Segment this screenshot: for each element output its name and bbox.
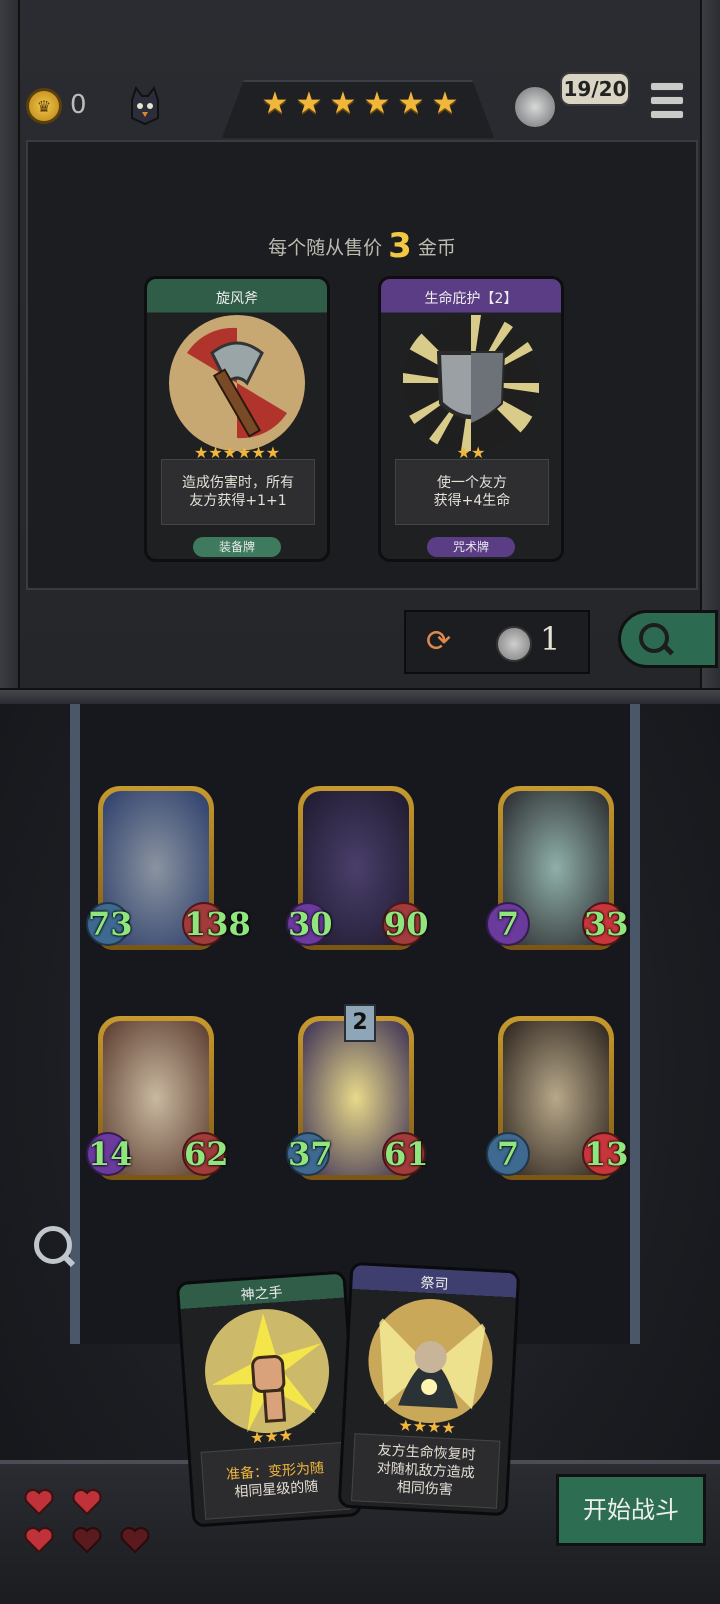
minion-tier-badge: 2 xyxy=(344,1004,376,1042)
hand-card-hand-of-god[interactable]: 神之手 ★★★ 准备：变形为随 相同星级的随 xyxy=(175,1270,363,1528)
population-counter: 19/20 xyxy=(560,72,630,106)
heart-icon xyxy=(24,1527,54,1554)
minion-knight[interactable]: 73 138 xyxy=(86,782,251,954)
search-button[interactable] xyxy=(618,610,718,668)
minion-plague-doctor[interactable]: 30 90 xyxy=(286,782,429,954)
minion-masked-priestess[interactable]: 7 33 xyxy=(486,782,629,954)
priest-art xyxy=(368,1299,493,1424)
card-description: 准备：变形为随 相同星级的随 xyxy=(200,1441,351,1520)
minion-health: 33 xyxy=(582,902,629,946)
refresh-cost: 1 xyxy=(540,620,561,658)
card-description: 使一个友方 获得+4生命 xyxy=(395,459,549,525)
card-title: 生命庇护【2】 xyxy=(424,291,518,307)
star-icon: ★ xyxy=(261,86,289,121)
star-icon: ★ xyxy=(397,86,425,121)
sell-suffix: 金币 xyxy=(417,237,456,259)
card-description: 造成伤害时，所有 友方获得+1+1 xyxy=(161,459,315,525)
minion-attack: 14 xyxy=(86,1132,133,1176)
star-icon: ★ xyxy=(431,86,459,121)
refresh-shop-button[interactable]: ⟳ 1 xyxy=(404,610,590,674)
crown-coin-icon: ♛ xyxy=(26,88,62,124)
minion-attack: 30 xyxy=(286,902,333,946)
minion-health: 13 xyxy=(582,1132,629,1176)
player-avatar[interactable] xyxy=(512,84,558,130)
minion-health: 62 xyxy=(182,1132,229,1176)
star-icon: ★ xyxy=(363,86,391,121)
start-battle-button[interactable]: 开始战斗 xyxy=(556,1474,706,1546)
minion-attack: 37 xyxy=(286,1132,333,1176)
shop-card-life-shelter[interactable]: 生命庇护【2】 ★★ 使一个友方 获得+4生命 咒术牌 xyxy=(378,276,564,562)
shop-area: 每个随从售价 3 金币 旋风斧 ★★★★★★ 造成伤害时，所有 友方获得+1+1 装备… xyxy=(26,140,698,590)
minion-health: 61 xyxy=(382,1132,429,1176)
card-title: 祭司 xyxy=(420,1275,449,1293)
hand-card-priest[interactable]: 祭司 ★★★★ 友方生命恢复时 对随机敌方造成 相同伤害 xyxy=(337,1261,521,1517)
cat-hero-icon[interactable] xyxy=(128,86,162,126)
frame-right xyxy=(700,0,720,700)
star-icon: ★ xyxy=(329,86,357,121)
minion-health: 90 xyxy=(382,902,429,946)
minion-attack: 7 xyxy=(486,1132,530,1176)
menu-icon[interactable] xyxy=(650,82,684,119)
sell-prefix: 每个随从售价 xyxy=(268,237,383,259)
shield-art xyxy=(403,315,539,451)
shop-card-whirlwind-axe[interactable]: 旋风斧 ★★★★★★ 造成伤害时，所有 友方获得+1+1 装备牌 xyxy=(144,276,330,562)
sell-price-label: 每个随从售价 3 金币 xyxy=(28,226,696,266)
heart-icon xyxy=(72,1527,102,1554)
tavern-tier-stars: ★ ★ ★ ★ ★ ★ xyxy=(260,86,460,121)
search-icon xyxy=(639,623,669,653)
gold-count: 0 xyxy=(70,90,87,120)
frame-left xyxy=(0,0,20,700)
refresh-icon: ⟳ xyxy=(426,624,452,659)
silver-coin-icon xyxy=(496,626,532,662)
minion-chef[interactable]: 14 62 xyxy=(86,1012,229,1184)
star-icon: ★ xyxy=(295,86,323,121)
inspect-icon[interactable] xyxy=(30,1220,74,1272)
axe-art xyxy=(169,315,305,451)
card-description: 友方生命恢复时 对随机敌方造成 相同伤害 xyxy=(351,1433,501,1509)
minion-attack: 73 xyxy=(86,902,133,946)
heart-icon xyxy=(120,1527,150,1554)
heart-icon xyxy=(72,1489,102,1516)
card-type-badge: 咒术牌 xyxy=(427,537,515,557)
card-type-badge: 装备牌 xyxy=(193,537,281,557)
card-title: 旋风斧 xyxy=(216,291,258,307)
minion-attack: 7 xyxy=(486,902,530,946)
shop-panel: ♛ 0 ★ ★ ★ ★ ★ ★ 19/20 每个随从售价 3 金币 旋风斧 ★★… xyxy=(0,0,720,700)
fist-lightning-art xyxy=(205,1309,330,1434)
minion-health: 138 xyxy=(182,902,251,946)
card-title: 神之手 xyxy=(240,1284,284,1304)
heart-icon xyxy=(24,1489,54,1516)
minion-nun[interactable]: 7 13 xyxy=(486,1012,629,1184)
sell-price: 3 xyxy=(388,226,412,266)
